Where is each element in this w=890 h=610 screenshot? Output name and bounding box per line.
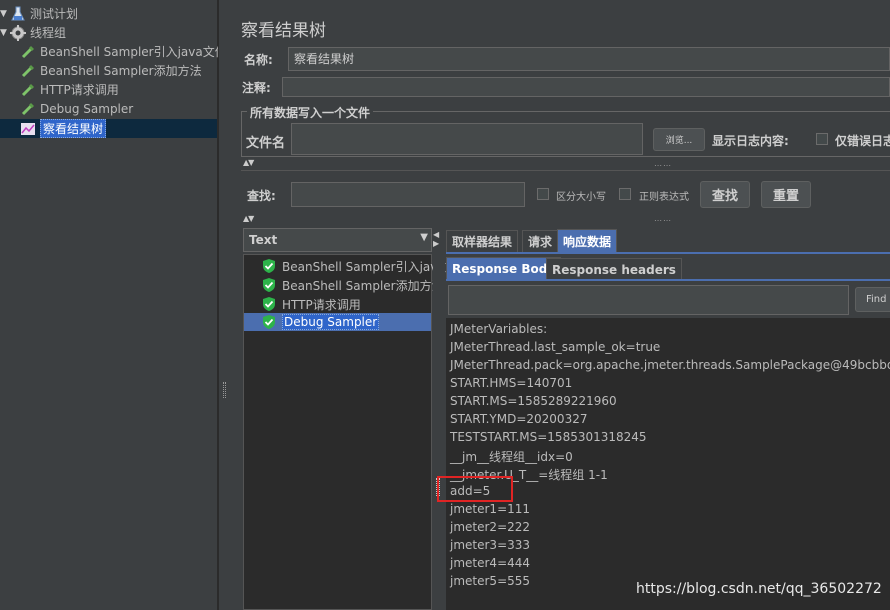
tree-item-beanshell-1[interactable]: BeanShell Sampler引入java文件 xyxy=(20,42,227,61)
response-line: START.HMS=140701 xyxy=(450,376,573,390)
watermark: https://blog.csdn.net/qq_36502272 xyxy=(636,581,882,597)
response-line: jmeter1=111 xyxy=(450,502,531,516)
tree-item-label: BeanShell Sampler添加方法 xyxy=(40,64,202,78)
collapse-arrows-icon[interactable]: ◀ ▶ xyxy=(433,230,441,248)
filename-label: 文件名 xyxy=(246,136,286,151)
response-line: jmeter5=555 xyxy=(450,574,531,588)
tree-item-label: HTTP请求调用 xyxy=(40,83,119,97)
check-shield-icon xyxy=(263,315,275,329)
renderer-value: Text xyxy=(249,233,278,247)
drag-handle-icon[interactable]: ⋯⋯ xyxy=(654,216,672,225)
graph-icon xyxy=(21,122,35,135)
tab-underline xyxy=(446,279,890,281)
check-shield-icon xyxy=(263,278,275,292)
name-input[interactable]: 察看结果树 xyxy=(288,47,890,71)
pipette-icon xyxy=(21,102,34,115)
comment-input[interactable] xyxy=(282,77,890,97)
split-divider[interactable] xyxy=(433,254,445,610)
tab-response-data[interactable]: 响应数据 xyxy=(557,229,618,252)
tree-item-label: 察看结果树 xyxy=(40,119,107,138)
browse-button[interactable]: 浏览... xyxy=(653,128,705,151)
response-body[interactable]: JMeterVariables: JMeterThread.last_sampl… xyxy=(446,318,890,610)
test-plan-tree: ▼ 测试计划 ▼ 线程组 BeanShell Sampler引入java文件 B… xyxy=(0,0,227,610)
name-label: 名称: xyxy=(244,53,273,67)
case-sensitive-label: 区分大小写 xyxy=(556,192,606,203)
regex-label: 正则表达式 xyxy=(639,192,689,203)
tree-item-label: 线程组 xyxy=(30,26,67,40)
comment-label: 注释: xyxy=(242,81,271,95)
tree-item-debug[interactable]: Debug Sampler xyxy=(20,99,133,118)
tree-item-thread-group[interactable]: ▼ 线程组 xyxy=(0,23,66,42)
response-line: JMeterThread.pack=org.apache.jmeter.thre… xyxy=(450,358,890,372)
list-item[interactable]: BeanShell Sampler添加方法 xyxy=(262,276,444,294)
tree-item-test-plan[interactable]: ▼ 测试计划 xyxy=(0,4,78,23)
response-line: jmeter3=333 xyxy=(450,538,531,552)
search-input[interactable] xyxy=(291,182,525,207)
list-item[interactable]: HTTP请求调用 xyxy=(262,295,361,313)
tree-item-view-results[interactable]: 察看结果树 xyxy=(0,119,217,138)
response-line: TESTSTART.MS=1585301318245 xyxy=(450,430,647,444)
list-item-label: BeanShell Sampler添加方法 xyxy=(282,278,444,293)
search-label: 查找: xyxy=(247,189,276,203)
list-item-label: HTTP请求调用 xyxy=(282,297,361,312)
tree-item-label: 测试计划 xyxy=(30,7,79,21)
response-line: __jm__线程组__idx=0 xyxy=(450,450,573,464)
tab-request[interactable]: 请求 xyxy=(522,230,559,252)
reset-button[interactable]: 重置 xyxy=(761,181,811,208)
tab-response-body[interactable]: Response Body xyxy=(446,257,562,279)
tree-item-beanshell-2[interactable]: BeanShell Sampler添加方法 xyxy=(20,61,202,80)
page-title: 察看结果树 xyxy=(241,21,326,41)
list-item-selected[interactable]: Debug Sampler xyxy=(244,313,431,331)
collapse-arrows-icon[interactable]: ▲▼ xyxy=(243,214,254,223)
collapse-arrows-icon[interactable]: ▲▼ xyxy=(243,158,254,167)
chevron-down-icon[interactable]: ▼ xyxy=(420,232,428,243)
check-shield-icon xyxy=(263,297,275,311)
filename-input[interactable] xyxy=(291,123,643,155)
response-line: START.YMD=20200327 xyxy=(450,412,588,426)
drag-handle-icon[interactable] xyxy=(436,478,440,496)
errors-only-checkbox[interactable] xyxy=(816,133,828,145)
pipette-icon xyxy=(21,64,34,77)
response-line: jmeter4=444 xyxy=(450,556,531,570)
collapse-icon[interactable]: ▼ xyxy=(0,9,10,19)
collapse-icon[interactable]: ▼ xyxy=(0,28,10,38)
regex-checkbox[interactable] xyxy=(619,188,631,200)
tab-sampler-result[interactable]: 取样器结果 xyxy=(446,230,519,252)
response-line: jmeter2=222 xyxy=(450,520,531,534)
response-line: JMeterVariables: xyxy=(450,322,548,336)
response-line: JMeterThread.last_sample_ok=true xyxy=(450,340,661,354)
highlight-box xyxy=(437,476,513,502)
flask-icon xyxy=(11,6,25,20)
find-button[interactable]: 查找 xyxy=(700,181,750,208)
list-item-label: Debug Sampler xyxy=(282,314,380,330)
tab-response-headers[interactable]: Response headers xyxy=(546,258,682,280)
tab-underline xyxy=(446,252,890,254)
case-sensitive-checkbox[interactable] xyxy=(537,188,549,200)
sample-results-list: BeanShell Sampler引入java文件 BeanShell Samp… xyxy=(243,254,469,610)
pipette-icon xyxy=(21,45,34,58)
log-label: 显示日志内容: xyxy=(712,134,789,148)
response-find-button[interactable]: Find xyxy=(855,287,890,312)
response-search-input[interactable] xyxy=(448,285,849,315)
file-group-title: 所有数据写入一个文件 xyxy=(247,104,374,121)
split-divider[interactable] xyxy=(218,0,230,610)
response-line: START.MS=1585289221960 xyxy=(450,394,617,408)
drag-handle-icon[interactable]: ⋯⋯ xyxy=(654,161,672,170)
tree-item-label: BeanShell Sampler引入java文件 xyxy=(40,45,227,59)
divider xyxy=(241,170,890,171)
gear-icon xyxy=(10,24,26,41)
tree-item-label: Debug Sampler xyxy=(40,101,134,116)
pipette-icon xyxy=(21,83,34,96)
check-shield-icon xyxy=(263,259,275,273)
tree-item-http[interactable]: HTTP请求调用 xyxy=(20,80,119,99)
renderer-select[interactable]: Text ▼ xyxy=(243,228,432,252)
errors-only-label: 仅错误日志 xyxy=(835,134,890,148)
